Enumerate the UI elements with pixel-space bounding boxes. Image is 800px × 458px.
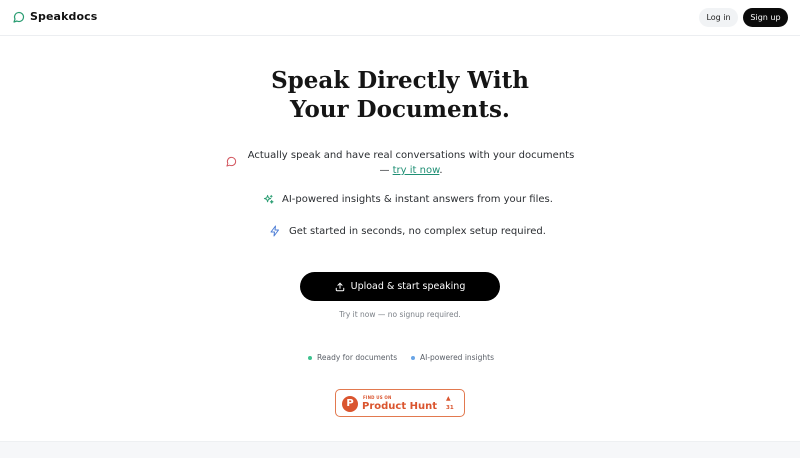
hero-title: Speak Directly With Your Documents. xyxy=(0,66,800,124)
status-ai-powered-insights: AI-powered insights xyxy=(411,353,494,362)
feature-conversation-text: Actually speak and have real conversatio… xyxy=(246,148,576,178)
upload-icon xyxy=(335,282,345,292)
upload-start-speaking-button[interactable]: Upload & start speaking xyxy=(300,272,500,301)
feature-ai-insights-label: AI-powered insights & instant answers fr… xyxy=(282,194,553,205)
footer-band xyxy=(0,441,800,458)
product-hunt-badge[interactable]: P FIND US ON Product Hunt ▲ 31 xyxy=(335,389,465,417)
status-ready-for-documents: Ready for documents xyxy=(308,353,397,362)
feature-quick-setup-label: Get started in seconds, no complex setup… xyxy=(289,225,546,237)
brand-logo[interactable]: Speakdocs xyxy=(13,10,97,23)
status-ready-label: Ready for documents xyxy=(317,353,398,362)
status-ai-label: AI-powered insights xyxy=(420,353,495,362)
upvote-arrow-icon: ▲ xyxy=(446,395,451,402)
product-hunt-name: Product Hunt xyxy=(362,401,437,412)
status-dot-green xyxy=(308,355,312,360)
brand-name: Speakdocs xyxy=(30,10,98,23)
top-navigation-bar: Speakdocs Log in Sign up xyxy=(0,0,800,36)
product-hunt-logo-icon: P xyxy=(342,396,358,412)
try-it-now-link[interactable]: try it now xyxy=(393,165,440,176)
login-button[interactable]: Log in xyxy=(699,8,738,27)
status-dot-blue xyxy=(411,355,415,360)
hero-title-line-1: Speak Directly With xyxy=(271,67,529,94)
sparkles-icon xyxy=(263,194,274,205)
chat-bubble-icon xyxy=(226,156,237,167)
product-hunt-upvote-count: 31 xyxy=(446,405,454,411)
feature-quick-setup: Get started in seconds, no complex setup… xyxy=(269,225,546,237)
feature-ai-insights: AI-powered insights & instant answers fr… xyxy=(263,194,553,205)
no-signup-note: Try it now — no signup required. xyxy=(339,310,461,319)
upload-button-label: Upload & start speaking xyxy=(350,281,466,292)
lightning-icon xyxy=(269,225,281,237)
product-hunt-find-us: FIND US ON xyxy=(363,395,392,400)
signup-button[interactable]: Sign up xyxy=(743,8,788,27)
hero-title-line-2: Your Documents. xyxy=(290,96,510,123)
feature-conversation-suffix: . xyxy=(439,165,443,176)
chat-bubble-logo-icon xyxy=(13,11,25,23)
